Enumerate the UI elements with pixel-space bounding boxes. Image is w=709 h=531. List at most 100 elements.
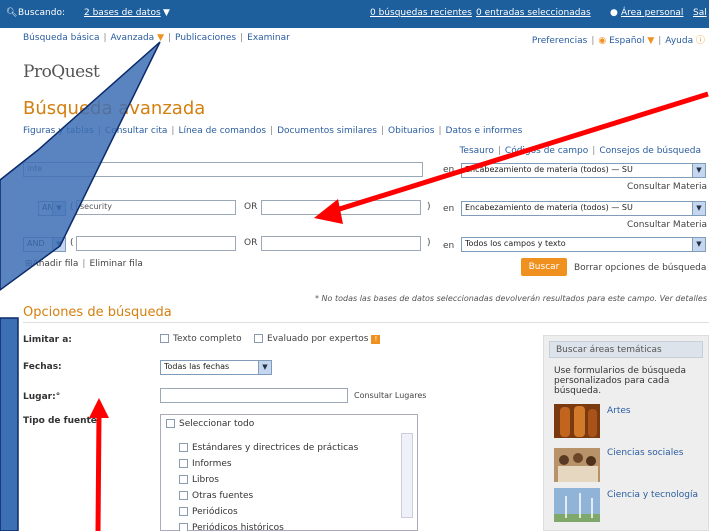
citation-link[interactable]: Consultar cita bbox=[105, 126, 168, 136]
list-item[interactable]: Estándares y directrices de prácticas bbox=[179, 443, 358, 453]
scrollbar[interactable] bbox=[401, 433, 413, 518]
search-term-3a[interactable] bbox=[76, 236, 236, 251]
thesaurus-link[interactable]: Tesauro bbox=[459, 146, 493, 156]
similar-docs-link[interactable]: Documentos similares bbox=[277, 126, 377, 136]
checkbox[interactable] bbox=[179, 443, 188, 452]
full-text-checkbox[interactable] bbox=[160, 334, 169, 343]
clear-options-link[interactable]: Borrar opciones de búsqueda bbox=[574, 263, 706, 273]
page-title: Búsqueda avanzada bbox=[23, 98, 206, 119]
source-type-list: Seleccionar todo Estándares y directrice… bbox=[160, 414, 418, 531]
search-tools-links: Tesauro | Códigos de campo | Consejos de bús… bbox=[459, 146, 701, 156]
top-bar: 🔍︎ Buscando: 2 bases de datos ▼ 0 búsque… bbox=[0, 0, 709, 28]
dates-label: Fechas: bbox=[23, 362, 62, 372]
search-options-title: Opciones de búsqueda bbox=[23, 305, 172, 320]
subject-areas-panel: Buscar áreas temáticas Use formularios d… bbox=[543, 335, 709, 531]
close-paren: ) bbox=[427, 238, 431, 248]
search-term-1[interactable]: inte bbox=[23, 162, 423, 177]
peer-reviewed-label: Evaluado por expertos bbox=[267, 334, 369, 344]
help-icon[interactable]: ⓘ bbox=[696, 36, 705, 46]
info-icon[interactable]: ! bbox=[371, 335, 381, 344]
checkbox[interactable] bbox=[179, 523, 188, 531]
field-select-2[interactable]: Encabezamiento de materia (todos) — SU ▼ bbox=[461, 201, 706, 216]
selected-items-link[interactable]: 0 entradas seleccionadas bbox=[476, 8, 591, 18]
list-item[interactable]: Libros bbox=[179, 475, 219, 485]
list-item[interactable]: Otras fuentes bbox=[179, 491, 253, 501]
add-row-link[interactable]: Añadir fila bbox=[33, 259, 79, 269]
chevron-down-icon[interactable]: ▼ bbox=[692, 202, 705, 215]
search-button[interactable]: Buscar bbox=[521, 258, 567, 276]
globe-icon: ◉ bbox=[598, 36, 607, 46]
checkbox[interactable] bbox=[179, 459, 188, 468]
chevron-down-icon[interactable]: ▼ bbox=[258, 361, 271, 374]
panel-description: Use formularios de búsqueda personalizad… bbox=[554, 366, 687, 396]
topic-science-tech-link[interactable]: Ciencia y tecnología bbox=[607, 490, 698, 500]
chevron-down-icon[interactable]: ▼ bbox=[52, 238, 65, 251]
nav-browse[interactable]: Examinar bbox=[247, 33, 290, 43]
obituaries-link[interactable]: Obituarios bbox=[388, 126, 434, 136]
arts-thumbnail[interactable] bbox=[554, 404, 600, 438]
consult-places-link[interactable]: Consultar Lugares bbox=[354, 391, 426, 400]
sign-out-link[interactable]: Sal bbox=[693, 8, 707, 18]
full-text-label: Texto completo bbox=[173, 334, 242, 344]
source-label: Estándares y directrices de prácticas bbox=[192, 443, 359, 453]
place-input[interactable] bbox=[160, 388, 348, 403]
field-codes-link[interactable]: Códigos de campo bbox=[505, 146, 588, 156]
search-term-2b[interactable] bbox=[261, 200, 421, 215]
field-select-1[interactable]: Encabezamiento de materia (todos) — SU ▼ bbox=[461, 163, 706, 178]
nav-advanced-search[interactable]: Avanzada bbox=[111, 33, 155, 43]
utility-nav: Preferencias | ◉ Español ▼ | Ayuda ⓘ bbox=[531, 36, 705, 46]
select-all-checkbox[interactable] bbox=[166, 419, 175, 428]
select-all-label: Seleccionar todo bbox=[179, 419, 255, 429]
search-icon: 🔍︎ bbox=[6, 8, 18, 18]
source-type-label: Tipo de fuente: bbox=[23, 416, 101, 426]
peer-reviewed-option[interactable]: Evaluado por expertos ! bbox=[254, 334, 381, 344]
peer-reviewed-checkbox[interactable] bbox=[254, 334, 263, 343]
operator-select-3[interactable]: AND ▼ bbox=[23, 237, 66, 252]
checkbox[interactable] bbox=[179, 491, 188, 500]
list-item[interactable]: Informes bbox=[179, 459, 232, 469]
divider bbox=[23, 322, 709, 323]
language-selector[interactable]: Español bbox=[609, 36, 644, 46]
help-link[interactable]: Ayuda bbox=[665, 36, 693, 46]
search-tips-link[interactable]: Consejos de búsqueda bbox=[599, 146, 701, 156]
operator-select-2[interactable]: AND ▼ bbox=[38, 201, 66, 216]
remove-row-link[interactable]: Eliminar fila bbox=[89, 259, 142, 269]
recent-searches-link[interactable]: 0 búsquedas recientes bbox=[370, 8, 472, 18]
nav-basic-search[interactable]: Búsqueda básica bbox=[23, 33, 100, 43]
red-arrow-head bbox=[89, 398, 109, 418]
topic-arts-link[interactable]: Artes bbox=[607, 406, 631, 416]
list-item[interactable]: Periódicos históricos bbox=[179, 523, 284, 531]
figures-tables-link[interactable]: Figuras y tablas bbox=[23, 126, 94, 136]
command-line-link[interactable]: Línea de comandos bbox=[178, 126, 266, 136]
select-all-option[interactable]: Seleccionar todo bbox=[166, 419, 254, 429]
chevron-down-icon[interactable]: ▼ bbox=[644, 36, 654, 46]
proquest-logo[interactable]: ProQuest bbox=[23, 62, 100, 82]
field-select-3[interactable]: Todos los campos y texto ▼ bbox=[461, 237, 706, 252]
search-term-2a[interactable]: security bbox=[76, 200, 236, 215]
data-reports-link[interactable]: Datos e informes bbox=[446, 126, 523, 136]
checkbox[interactable] bbox=[179, 475, 188, 484]
checkbox[interactable] bbox=[179, 507, 188, 516]
chevron-down-icon[interactable]: ▼ bbox=[52, 202, 65, 215]
my-account-link[interactable]: Área personal bbox=[621, 8, 683, 18]
dates-select[interactable]: Todas las fechas ▼ bbox=[160, 360, 272, 375]
chevron-down-icon[interactable]: ▼ bbox=[692, 164, 705, 177]
chevron-down-icon[interactable]: ▼ bbox=[154, 33, 164, 43]
plus-icon[interactable]: ⊞ bbox=[25, 259, 33, 269]
search-term-3b[interactable] bbox=[261, 236, 421, 251]
full-text-option[interactable]: Texto completo bbox=[160, 334, 242, 344]
list-item[interactable]: Periódicos bbox=[179, 507, 238, 517]
social-sciences-thumbnail[interactable] bbox=[554, 448, 600, 482]
limit-to-label: Limitar a: bbox=[23, 335, 72, 345]
chevron-down-icon[interactable]: ▼ bbox=[692, 238, 705, 251]
nav-publications[interactable]: Publicaciones bbox=[175, 33, 236, 43]
open-paren: ( bbox=[70, 202, 74, 212]
chevron-down-icon[interactable]: ▼ bbox=[163, 8, 170, 18]
preferences-link[interactable]: Preferencias bbox=[532, 36, 587, 46]
consult-subject-link-2[interactable]: Consultar Materia bbox=[627, 220, 707, 230]
topic-social-sciences-link[interactable]: Ciencias sociales bbox=[607, 448, 683, 458]
consult-subject-link-1[interactable]: Consultar Materia bbox=[627, 182, 707, 192]
databases-link[interactable]: 2 bases de datos bbox=[84, 8, 161, 18]
science-tech-thumbnail[interactable] bbox=[554, 488, 600, 522]
source-label: Periódicos históricos bbox=[192, 523, 284, 531]
